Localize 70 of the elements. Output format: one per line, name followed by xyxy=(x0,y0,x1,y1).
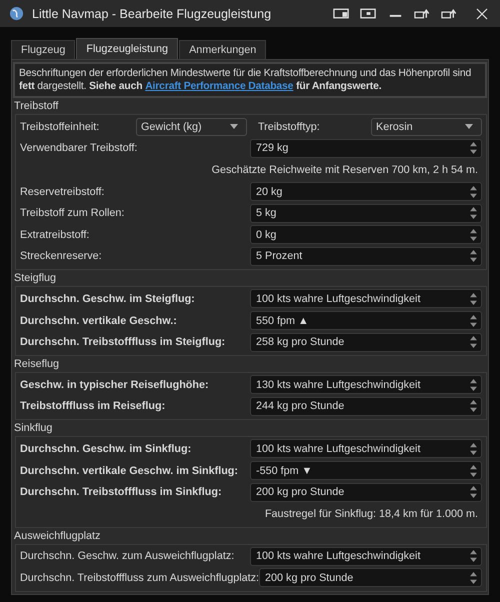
spinner-arrows-icon xyxy=(470,314,477,327)
field-label: Durchschn. vertikale Geschw.: xyxy=(20,314,177,327)
spinner-arrows-icon xyxy=(470,550,477,562)
spin-field[interactable]: 5 Prozent xyxy=(250,246,482,266)
spinner-arrows-icon xyxy=(470,442,477,455)
section-title: Sinkflug xyxy=(13,421,54,436)
field-label: Geschw. in typischer Reiseflughöhe: xyxy=(20,378,209,391)
spin-field[interactable]: 729 kg xyxy=(250,138,482,158)
tab[interactable]: Flugzeug xyxy=(11,40,76,59)
field-label: Durchschn. Treibstofffluss im Sinkflug: xyxy=(20,486,222,498)
field-label: Durchschn. Geschw. im Sinkflug: xyxy=(20,442,192,455)
field-label: Treibstoffeinheit: xyxy=(20,120,100,133)
window-icon[interactable] xyxy=(333,8,350,20)
dropdown[interactable]: Kerosin xyxy=(371,118,482,136)
field-label: Treibstoff zum Rollen: xyxy=(20,207,124,220)
spinner-arrows-icon xyxy=(470,292,477,305)
window-arrow-icon[interactable] xyxy=(414,8,431,20)
database-link[interactable]: Aircraft Performance Database xyxy=(145,81,294,92)
spin-field[interactable]: 200 kg pro Stunde xyxy=(259,568,482,588)
field-label: Reservetreibstoff: xyxy=(20,186,104,198)
spin-field[interactable]: -550 fpm ▼ xyxy=(250,461,482,480)
spinner-arrows-icon xyxy=(470,186,477,198)
globe-icon xyxy=(9,6,24,21)
window-arrow-icon[interactable] xyxy=(441,8,458,20)
caret-icon xyxy=(230,124,238,130)
caret-icon xyxy=(465,124,473,130)
section-title: Steigflug xyxy=(13,271,58,286)
field-label: Extratreibstoff: xyxy=(20,228,90,241)
spinner-arrows-icon xyxy=(470,464,477,477)
hint-text: Faustregel für Sinkflug: 18,4 km für 1.000 m. xyxy=(264,508,478,520)
spin-field[interactable]: 130 kts wahre Luftgeschwindigkeit xyxy=(250,375,482,394)
spinner-arrows-icon xyxy=(470,400,477,412)
spin-field[interactable]: 5 kg xyxy=(250,204,482,223)
spin-field[interactable]: 258 kg pro Stunde xyxy=(250,332,482,352)
spinner-arrows-icon xyxy=(470,250,477,262)
tab[interactable]: Flugzeugleistung xyxy=(76,38,178,59)
spinner-arrows-icon xyxy=(470,142,477,154)
spin-field[interactable]: 20 kg xyxy=(250,182,482,202)
spinner-arrows-icon xyxy=(470,207,477,220)
tab[interactable]: Anmerkungen xyxy=(179,40,266,59)
spin-field[interactable]: 100 kts wahre Luftgeschwindigkeit xyxy=(250,546,482,566)
spin-field[interactable]: 550 fpm ▲ xyxy=(250,311,482,330)
hint-text: Geschätzte Reichweite mit Reserven 700 km, 2 h 54 m. xyxy=(212,164,478,176)
spinner-arrows-icon xyxy=(470,486,477,498)
field-label: Durchschn. Geschw. im Steigflug: xyxy=(20,292,195,305)
section-title: Reiseflug xyxy=(13,356,60,372)
spinner-arrows-icon xyxy=(470,336,477,348)
field-label: Durchschn. Treibstofffluss zum Ausweichflugplatz: xyxy=(20,572,260,584)
field-label: Durchschn. vertikale Geschw. im Sinkflug: xyxy=(20,464,238,477)
section-title: Ausweichflugplatz xyxy=(13,528,102,544)
window-icon[interactable] xyxy=(360,8,377,20)
field-label: Treibstofffluss im Reiseflug: xyxy=(20,400,166,412)
spinner-arrows-icon xyxy=(470,228,477,241)
window-title: Little Navmap - Bearbeite Flugzeugleistung xyxy=(32,6,272,20)
field-label: Verwendbarer Treibstoff: xyxy=(20,142,138,154)
close-icon xyxy=(476,8,488,20)
field-label: Durchschn. Geschw. zum Ausweichflugplatz: xyxy=(20,550,234,562)
field-label: Durchschn. Treibstofffluss im Steigflug: xyxy=(20,336,226,348)
spin-field[interactable]: 244 kg pro Stunde xyxy=(250,396,482,416)
dropdown[interactable]: Gewicht (kg) xyxy=(136,118,247,136)
spin-field[interactable]: 100 kts wahre Luftgeschwindigkeit xyxy=(250,439,482,458)
field-label: Treibstofftyp: xyxy=(258,120,320,133)
spin-field[interactable]: 200 kg pro Stunde xyxy=(250,482,482,502)
spin-field[interactable]: 100 kts wahre Luftgeschwindigkeit xyxy=(250,289,482,308)
field-label: Streckenreserve: xyxy=(20,250,102,262)
section-title: Treibstoff xyxy=(13,99,60,114)
spinner-arrows-icon xyxy=(470,572,477,584)
info-text: Beschriftungen der erforderlichen Mindestwerte für die Kraftstoffberechnung und das Höhenprofil sind fett dargestellt. Siehe auch Aircraft Performance Database für Anfangswerte. xyxy=(19,67,472,93)
spin-field[interactable]: 0 kg xyxy=(250,225,482,244)
spinner-arrows-icon xyxy=(470,378,477,391)
